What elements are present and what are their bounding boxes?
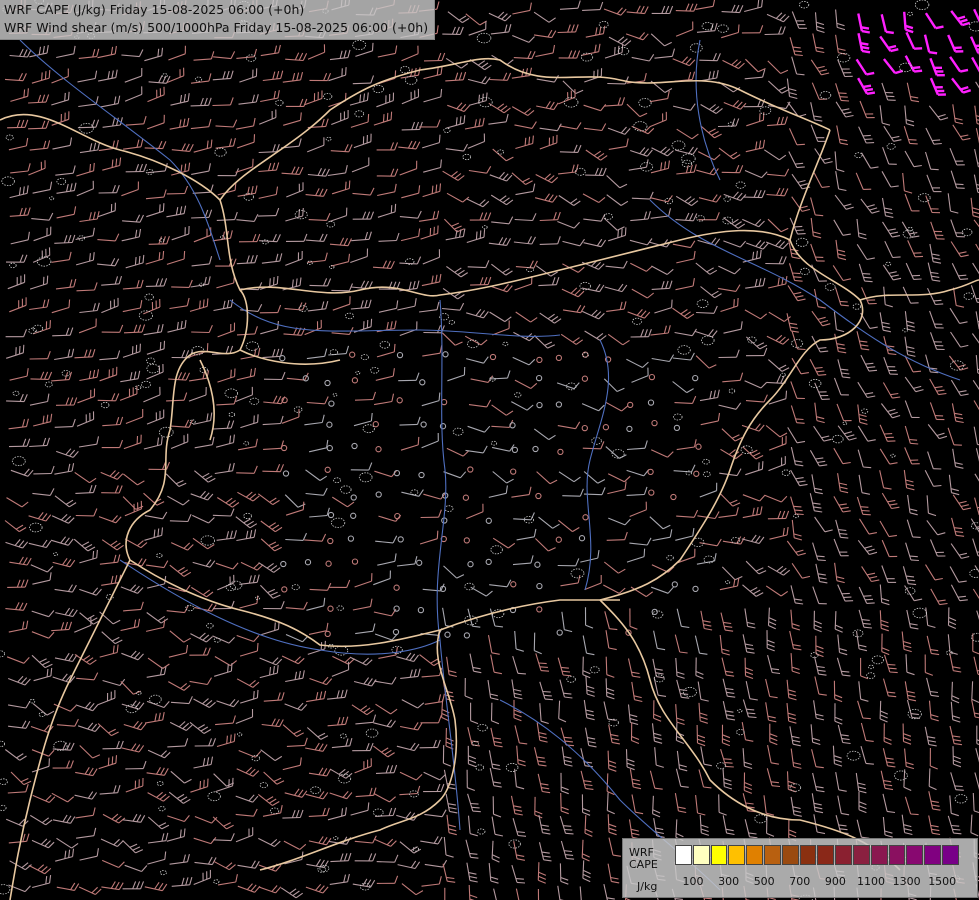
legend-title: WRF CAPE (629, 847, 658, 871)
legend-swatch (746, 845, 763, 865)
legend-swatch (888, 845, 906, 865)
legend-tick-label: 300 (718, 875, 740, 888)
legend-title-line2: CAPE (629, 858, 658, 871)
wind-shear-title: WRF Wind shear (m/s) 500/1000hPa Friday … (4, 20, 429, 35)
legend-units: J/kg (637, 880, 658, 893)
cape-legend: WRF CAPE J/kg 100 300 500 700 900 1100 1300 150… (622, 838, 978, 898)
legend-swatch (941, 845, 959, 865)
legend-swatch (817, 845, 835, 865)
map-title-box: WRF CAPE (J/kg) Friday 15-08-2025 06:00 … (0, 0, 436, 40)
legend-tick-label: 1300 (892, 875, 921, 888)
legend-tick-label: 500 (753, 875, 775, 888)
cape-title: WRF CAPE (J/kg) Friday 15-08-2025 06:00 … (4, 2, 305, 17)
legend-swatch (710, 845, 728, 865)
legend-swatch (799, 845, 817, 865)
legend-swatch (763, 845, 781, 865)
legend-swatch (781, 845, 799, 865)
legend-swatch (906, 845, 924, 865)
legend-swatches (675, 845, 960, 865)
legend-tick-label: 900 (824, 875, 846, 888)
legend-tick-label: 700 (789, 875, 811, 888)
legend-swatch (728, 845, 746, 865)
map-background (0, 0, 979, 900)
legend-swatch (692, 845, 710, 865)
legend-swatch (835, 845, 852, 865)
legend-swatch (852, 845, 870, 865)
legend-ticks: 100 300 500 700 900 1100 1300 1500 (675, 875, 975, 889)
legend-swatch (924, 845, 941, 865)
weather-map (0, 0, 979, 900)
legend-tick-label: 1500 (928, 875, 957, 888)
legend-tick-label: 100 (682, 875, 704, 888)
legend-swatch (675, 845, 692, 865)
legend-swatch (870, 845, 888, 865)
legend-tick-label: 1100 (857, 875, 885, 888)
